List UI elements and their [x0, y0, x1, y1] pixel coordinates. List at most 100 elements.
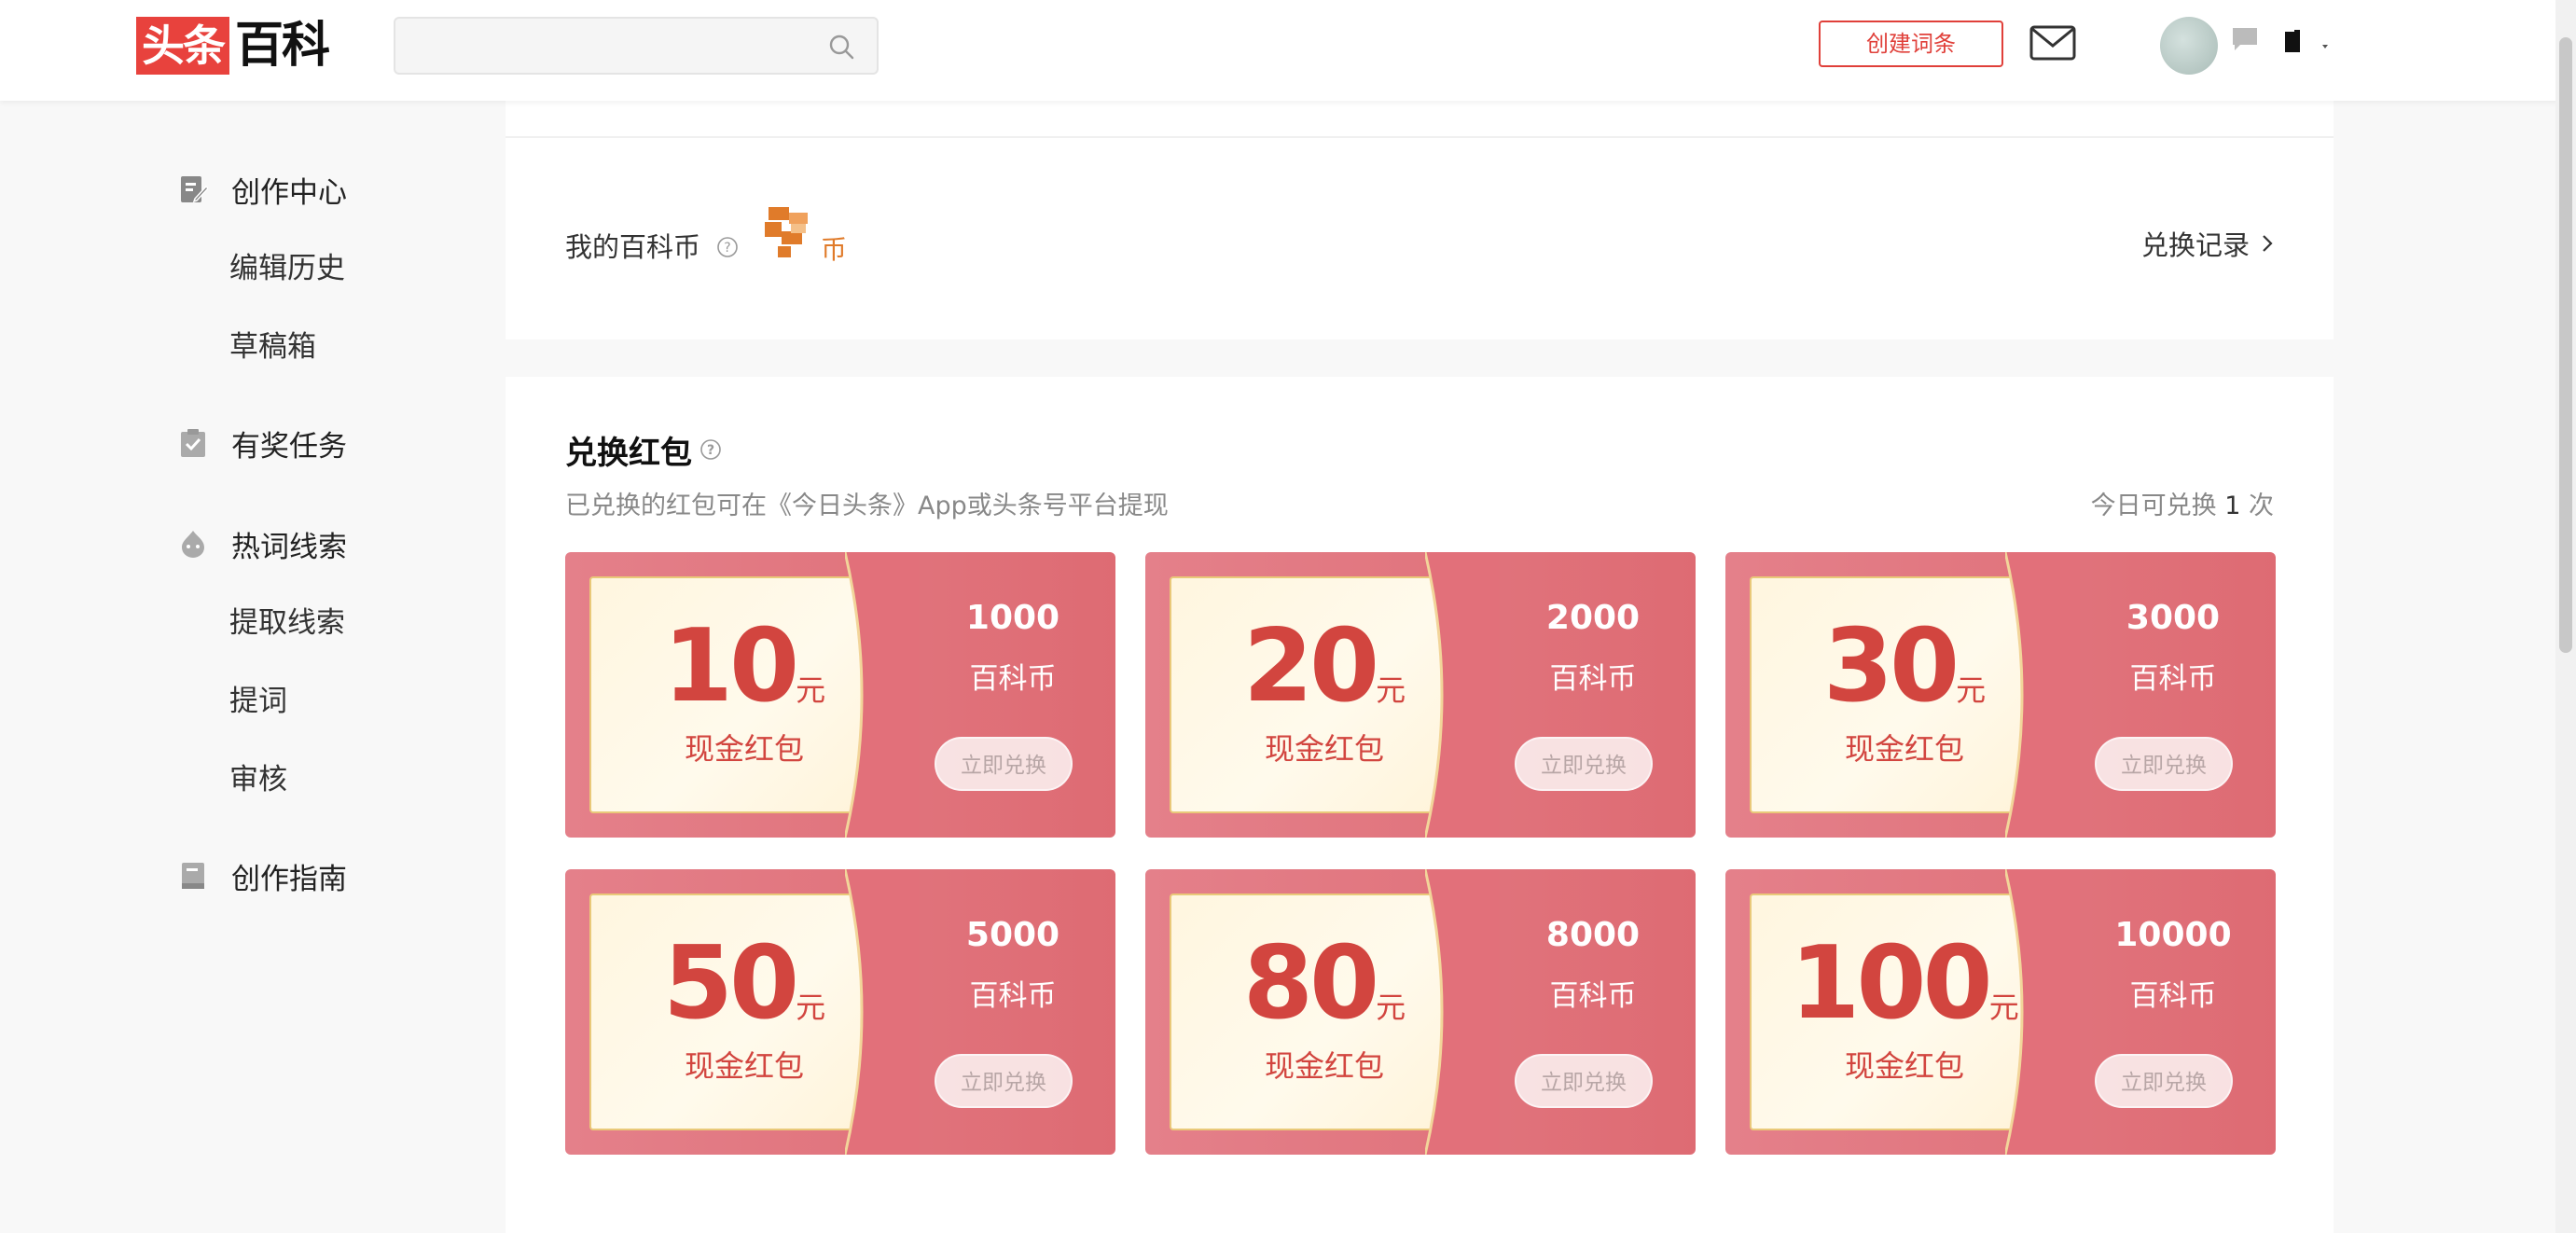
ticket-yuan: 元 — [1956, 672, 1987, 708]
coin-label: 我的百科币 — [565, 231, 701, 263]
redeem-title-row: 兑换红包 ? — [565, 427, 722, 473]
sidebar-item-review[interactable]: 审核 — [177, 741, 457, 819]
ticket-cost: 2000 — [1545, 599, 1641, 637]
clipboard-check-icon — [177, 427, 209, 459]
sidebar-item-prompt-words[interactable]: 提词 — [177, 662, 457, 741]
sidebar-group-creation-guide[interactable]: 创作指南 — [177, 836, 457, 916]
svg-text:?: ? — [707, 443, 714, 458]
scrollbar-thumb[interactable] — [2559, 37, 2572, 653]
book-icon — [177, 860, 209, 892]
ticket-cost-unit: 百科币 — [2129, 662, 2217, 696]
red-packet-ticket: 50元现金红包 5000 百科币立即兑换 — [565, 869, 1115, 1155]
sidebar-item-drafts[interactable]: 草稿箱 — [177, 308, 457, 386]
ticket-amount-value: 30 — [1822, 608, 1960, 725]
logo-text-baike: 百科 — [235, 18, 330, 74]
quota-prefix: 今日可兑换 — [2090, 492, 2217, 520]
ticket-cost: 1000 — [965, 599, 1060, 637]
ticket-amount: 100元 — [1750, 925, 2059, 1042]
site-logo[interactable]: 头条 百科 — [136, 17, 330, 75]
sidebar-group-label: 热词线索 — [231, 530, 347, 564]
ticket-amount: 80元 — [1170, 925, 1479, 1042]
mail-icon[interactable] — [2029, 24, 2076, 65]
redeem-title: 兑换红包 — [565, 435, 692, 472]
ticket-amount-value: 80 — [1242, 925, 1379, 1042]
ticket-amount-value: 50 — [662, 925, 799, 1042]
search-box — [394, 17, 879, 75]
ticket-cost: 3000 — [2126, 599, 2221, 637]
ticket-kind: 现金红包 — [684, 1048, 804, 1084]
ticket-yuan: 元 — [796, 672, 826, 708]
coin-balance-loading-icon — [763, 205, 815, 267]
ticket-cost-unit: 百科币 — [969, 979, 1057, 1013]
redeem-now-button[interactable]: 立即兑换 — [1515, 737, 1653, 791]
top-header: 头条 百科 创建词条 — [0, 0, 2576, 101]
ticket-kind: 现金红包 — [1844, 1048, 1964, 1084]
edit-doc-icon — [177, 173, 209, 205]
sidebar-group-creation-center[interactable]: 创作中心 — [177, 149, 457, 229]
ticket-amount: 20元 — [1170, 608, 1479, 725]
sidebar: 创作中心 编辑历史 草稿箱 有奖任务 热词线索 提取线索 提词 审核 创作指南 — [177, 149, 457, 916]
ticket-cost-unit: 百科币 — [1549, 979, 1637, 1013]
exchange-record-label: 兑换记录 — [2140, 229, 2250, 261]
sidebar-group-hot-words[interactable]: 热词线索 — [177, 504, 457, 584]
previous-card-partial — [506, 101, 2334, 138]
search-input[interactable] — [395, 19, 843, 73]
red-packet-ticket: 100元现金红包 10000 百科币立即兑换 — [1725, 869, 2276, 1155]
ticket-amount-value: 20 — [1242, 608, 1379, 725]
sidebar-item-extract-clues[interactable]: 提取线索 — [177, 584, 457, 662]
redeem-now-button[interactable]: 立即兑换 — [2095, 737, 2233, 791]
search-icon[interactable] — [828, 34, 854, 63]
ticket-amount: 30元 — [1750, 608, 2059, 725]
ticket-cost: 10000 — [2114, 916, 2232, 954]
coin-unit: 币 — [821, 234, 848, 265]
ticket-amount-value: 10 — [662, 608, 799, 725]
ticket-yuan: 元 — [1376, 990, 1406, 1025]
ticket-kind: 现金红包 — [1844, 731, 1964, 767]
ticket-cost-unit: 百科币 — [1549, 662, 1637, 696]
ticket-kind: 现金红包 — [684, 731, 804, 767]
sidebar-group-label: 创作指南 — [231, 862, 347, 896]
fire-icon — [177, 528, 209, 560]
user-menu-icon[interactable] — [2281, 28, 2334, 60]
ticket-kind: 现金红包 — [1264, 731, 1384, 767]
help-icon[interactable]: ? — [716, 233, 739, 265]
help-icon[interactable]: ? — [699, 432, 722, 469]
coin-balance-card: 我的百科币 ? 币 兑换记录 — [506, 138, 2334, 339]
ticket-amount-value: 100 — [1790, 925, 1992, 1042]
quota-count: 1 — [2224, 492, 2241, 520]
ticket-cost: 8000 — [1545, 916, 1641, 954]
coin-label-row: 我的百科币 ? — [565, 226, 739, 265]
sidebar-group-reward-tasks[interactable]: 有奖任务 — [177, 403, 457, 483]
ticket-amount: 10元 — [589, 608, 899, 725]
redeem-now-button[interactable]: 立即兑换 — [935, 1054, 1073, 1108]
create-entry-button[interactable]: 创建词条 — [1819, 21, 2003, 67]
redeem-now-button[interactable]: 立即兑换 — [935, 737, 1073, 791]
redeem-now-button[interactable]: 立即兑换 — [1515, 1054, 1653, 1108]
ticket-cost: 5000 — [965, 916, 1060, 954]
svg-text:?: ? — [725, 241, 731, 256]
avatar[interactable] — [2160, 17, 2218, 75]
exchange-record-link[interactable]: 兑换记录 — [2141, 224, 2274, 263]
sidebar-item-edit-history[interactable]: 编辑历史 — [177, 229, 457, 308]
logo-text-toutiao: 头条 — [136, 17, 229, 75]
red-packet-ticket: 20元现金红包 2000 百科币立即兑换 — [1145, 552, 1696, 838]
coin-balance: 币 — [763, 205, 847, 267]
ticket-yuan: 元 — [1376, 672, 1406, 708]
ticket-cost-unit: 百科币 — [2129, 979, 2217, 1013]
redeem-red-packet-card: 兑换红包 ? 已兑换的红包可在《今日头条》App或头条号平台提现 今日可兑换 1… — [506, 377, 2334, 1233]
sidebar-group-label: 创作中心 — [231, 175, 347, 210]
chevron-right-icon — [2263, 235, 2273, 252]
redeem-now-button[interactable]: 立即兑换 — [2095, 1054, 2233, 1108]
red-packet-ticket: 80元现金红包 8000 百科币立即兑换 — [1145, 869, 1696, 1155]
quota-suffix: 次 — [2249, 492, 2274, 520]
ticket-yuan: 元 — [796, 990, 826, 1025]
red-packet-ticket: 10元现金红包 1000 百科币立即兑换 — [565, 552, 1115, 838]
ticket-amount: 50元 — [589, 925, 899, 1042]
sidebar-group-label: 有奖任务 — [231, 429, 347, 464]
redeem-quota: 今日可兑换 1 次 — [2091, 485, 2274, 521]
redeem-subtitle: 已兑换的红包可在《今日头条》App或头条号平台提现 — [565, 492, 1169, 520]
chat-icon[interactable] — [2231, 26, 2261, 56]
ticket-cost-unit: 百科币 — [969, 662, 1057, 696]
ticket-kind: 现金红包 — [1264, 1048, 1384, 1084]
red-packet-ticket: 30元现金红包 3000 百科币立即兑换 — [1725, 552, 2276, 838]
